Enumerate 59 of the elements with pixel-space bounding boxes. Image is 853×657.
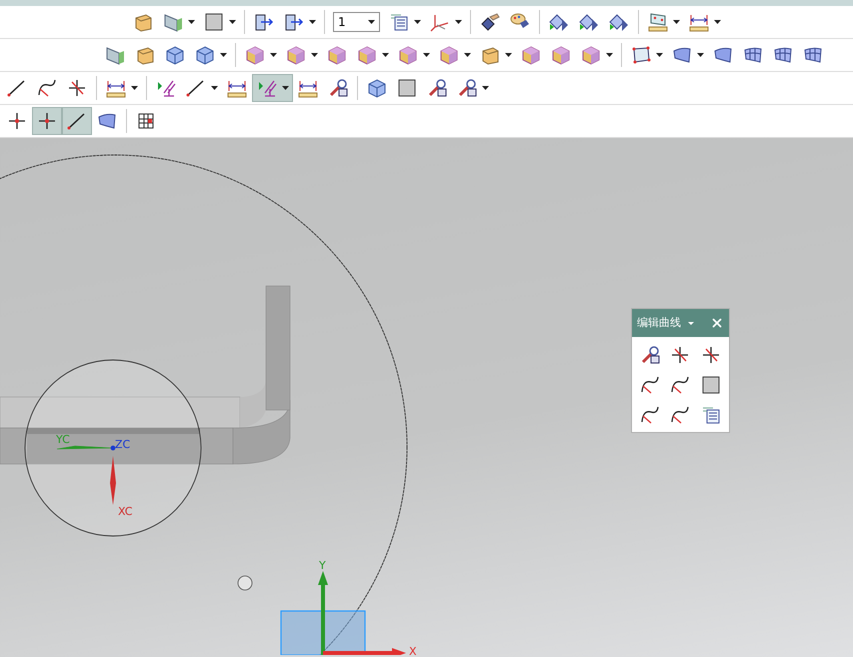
cube-icon [438, 44, 460, 66]
plane-icon [630, 44, 652, 66]
cube-icon [366, 77, 388, 99]
axis-label: XC [118, 505, 132, 518]
axis-label: X [409, 645, 417, 655]
caret-icon [131, 86, 138, 90]
caret-icon [714, 20, 721, 24]
close-icon [710, 316, 724, 330]
caret-icon [270, 53, 277, 57]
toolbar-button[interactable] [62, 107, 92, 135]
cube-icon [164, 44, 186, 66]
toolbar-button[interactable] [32, 107, 62, 135]
caret-icon [309, 20, 316, 24]
cube-icon [550, 44, 572, 66]
caret-icon [282, 86, 289, 90]
square-icon [203, 11, 225, 33]
cube-icon [244, 44, 266, 66]
caret-icon [311, 53, 318, 57]
caret-icon [455, 20, 462, 24]
caret-icon [229, 20, 236, 24]
panel-title: 编辑曲线 [637, 314, 681, 331]
trim-icon [66, 77, 88, 99]
caret-icon [368, 20, 375, 24]
hole-circle [238, 576, 252, 590]
axis-label: YC [56, 433, 70, 446]
caret-icon [382, 53, 389, 57]
cube-icon [520, 44, 542, 66]
cube-icon [356, 44, 378, 66]
cube-icon [397, 44, 419, 66]
caret-icon [656, 53, 663, 57]
xc-axis-arrow [110, 456, 116, 505]
close-button[interactable] [710, 316, 724, 330]
cube-icon [326, 44, 348, 66]
axis-label: Y [319, 559, 326, 572]
caret-icon [414, 20, 421, 24]
caret-icon [188, 20, 195, 24]
axis-label: ZC [115, 438, 130, 451]
select-field[interactable]: 1 [333, 12, 380, 32]
curve-icon [36, 77, 58, 99]
caret-icon [220, 53, 227, 57]
point-icon [36, 110, 58, 132]
caret-icon [697, 53, 704, 57]
cube-icon [580, 44, 602, 66]
caret-icon [606, 53, 613, 57]
caret-icon [423, 53, 430, 57]
caret-icon [211, 86, 218, 90]
caret-icon [505, 53, 512, 57]
caret-icon [464, 53, 471, 57]
cube-icon [194, 44, 216, 66]
square-icon [396, 77, 418, 99]
dropdown-button[interactable] [688, 322, 694, 324]
cube-icon [285, 44, 307, 66]
point-icon [6, 110, 28, 132]
square-icon [700, 374, 722, 396]
caret-icon [673, 20, 680, 24]
wcs-origin [110, 446, 116, 450]
ruler-icon [647, 11, 669, 33]
caret-icon [688, 322, 694, 324]
caret-icon [482, 86, 489, 90]
